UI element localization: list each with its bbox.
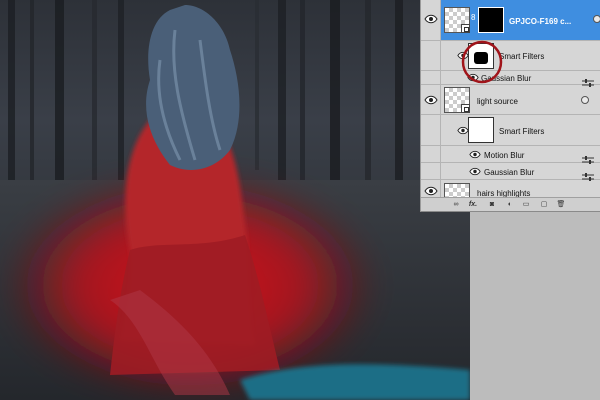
layers-panel-toolbar: ∞ fx. ◙ ◐ ▭ ▢ 🗑 (421, 197, 600, 211)
annotation-circle (461, 40, 503, 84)
smart-filters-row[interactable]: Smart Filters (421, 115, 600, 146)
layer-row-hairs-highlights[interactable]: hairs highlights (421, 180, 600, 198)
eye-icon[interactable] (424, 186, 438, 196)
eye-icon[interactable] (469, 150, 483, 160)
filter-row-motion-blur[interactable]: Motion Blur (421, 146, 600, 164)
layer-thumbnail (444, 183, 470, 198)
eye-icon[interactable] (469, 167, 483, 177)
filter-row-gaussian-blur[interactable]: Gaussian Blur (421, 163, 600, 181)
woman-hair (146, 5, 240, 170)
smart-filters-row[interactable]: Smart Filters (421, 41, 600, 71)
eye-icon[interactable] (424, 95, 438, 105)
fx-icon[interactable]: fx. (468, 201, 478, 209)
trash-icon[interactable]: 🗑 (556, 201, 566, 209)
filter-options-icon[interactable] (582, 168, 594, 181)
mask-icon[interactable]: ◙ (487, 201, 497, 209)
filter-options-icon[interactable] (582, 74, 594, 87)
layer-row-light-source[interactable]: light source (421, 85, 600, 115)
layer-mask-thumbnail[interactable] (478, 7, 504, 33)
filter-options-icon[interactable] (582, 151, 594, 164)
filter-mask-thumbnail[interactable] (468, 117, 494, 143)
smart-filter-indicator-icon (593, 15, 600, 23)
layer-name: GPJCO-F169 c... (509, 17, 572, 26)
filter-row-gaussian-blur[interactable]: Gaussian Blur (421, 71, 600, 87)
link-icon: 8 (471, 13, 476, 22)
artwork (0, 0, 470, 400)
document-canvas[interactable] (0, 0, 470, 400)
smart-filter-indicator-icon (581, 96, 589, 104)
smart-object-icon (461, 104, 470, 113)
layer-row-selected[interactable]: 8 GPJCO-F169 c... (421, 0, 600, 41)
link-icon[interactable]: ∞ (451, 201, 461, 209)
filter-name: Gaussian Blur (484, 168, 535, 177)
layer-name: light source (477, 97, 518, 106)
eye-icon[interactable] (424, 14, 438, 24)
smart-object-icon (461, 24, 470, 33)
group-icon[interactable]: ▭ (521, 201, 531, 209)
smart-filters-label: Smart Filters (499, 127, 545, 136)
adjustment-icon[interactable]: ◐ (505, 201, 515, 209)
layer-thumbnail (444, 7, 470, 33)
filter-name: Motion Blur (484, 151, 525, 160)
layer-thumbnail (444, 87, 470, 113)
new-layer-icon[interactable]: ▢ (539, 201, 549, 209)
layers-panel: 8 GPJCO-F169 c... Smart Filters Gaussian… (420, 0, 600, 212)
